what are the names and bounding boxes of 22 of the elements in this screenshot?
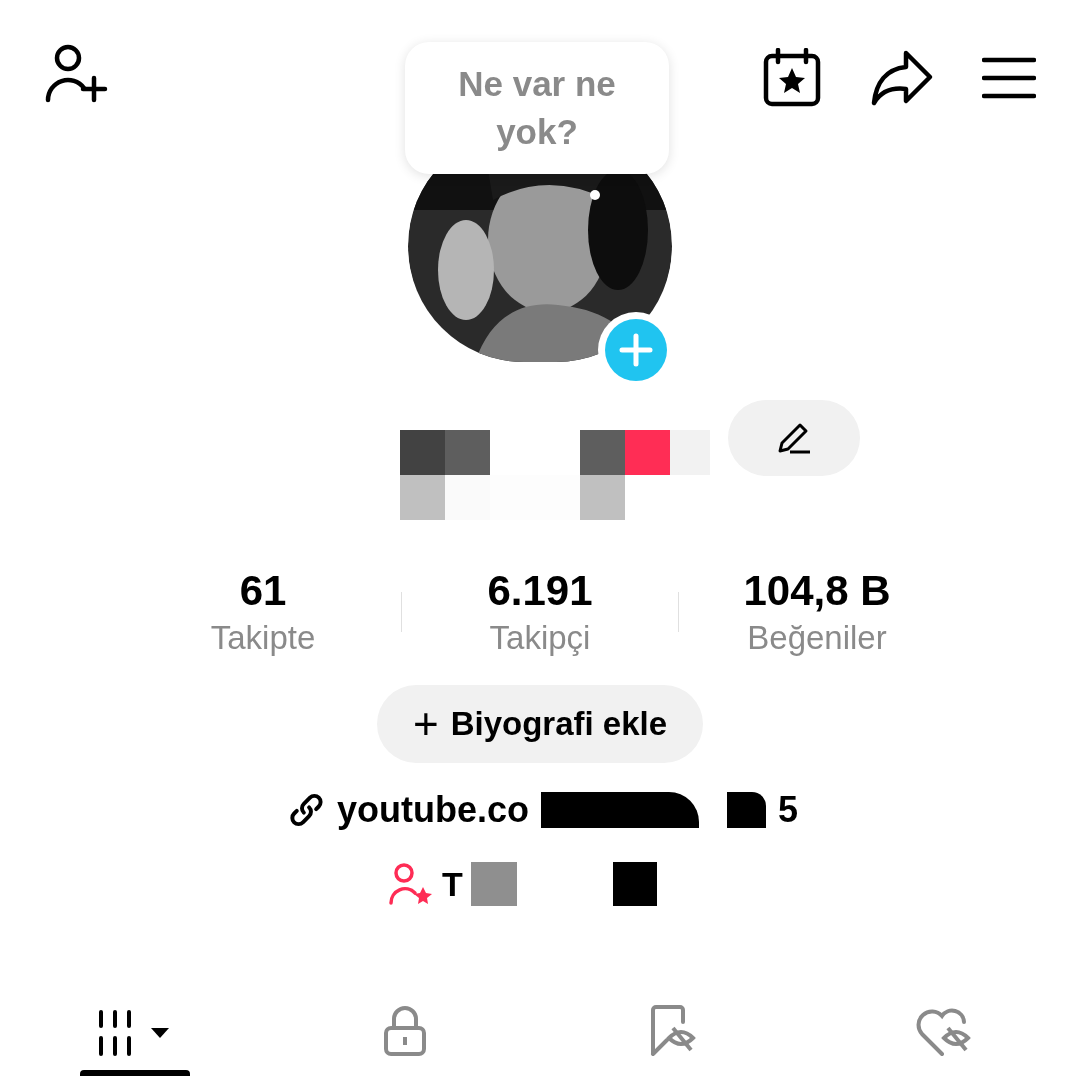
friends-text[interactable]: T: [442, 858, 463, 910]
plus-icon: +: [412, 702, 439, 746]
stat-value: 104,8 B: [743, 566, 891, 616]
redaction-mark: [470, 862, 517, 906]
stat-label[interactable]: Beğeniler: [747, 617, 887, 659]
calendar-star-icon[interactable]: [762, 48, 822, 108]
person-star-icon: [388, 863, 434, 905]
stat-label[interactable]: Takipte: [210, 617, 316, 659]
stat-label[interactable]: Takipçi: [489, 617, 591, 659]
menu-icon[interactable]: [982, 56, 1036, 100]
profile-link[interactable]: youtube.co: [336, 783, 529, 837]
redaction-mark: [727, 792, 766, 828]
share-arrow-icon[interactable]: [870, 49, 934, 107]
pencil-icon: [776, 421, 812, 455]
profile-link-tail: 5: [777, 788, 798, 832]
stat-value: 61: [239, 566, 287, 616]
add-bio-button[interactable]: + Biyografi ekle: [376, 685, 704, 763]
story-bubble[interactable]: Ne var ne yok?: [405, 42, 669, 174]
add-friend-icon[interactable]: [44, 44, 108, 104]
bubble-tail: [590, 190, 600, 200]
stat-value: 6.191: [487, 566, 593, 616]
redaction-mark: [612, 862, 657, 906]
